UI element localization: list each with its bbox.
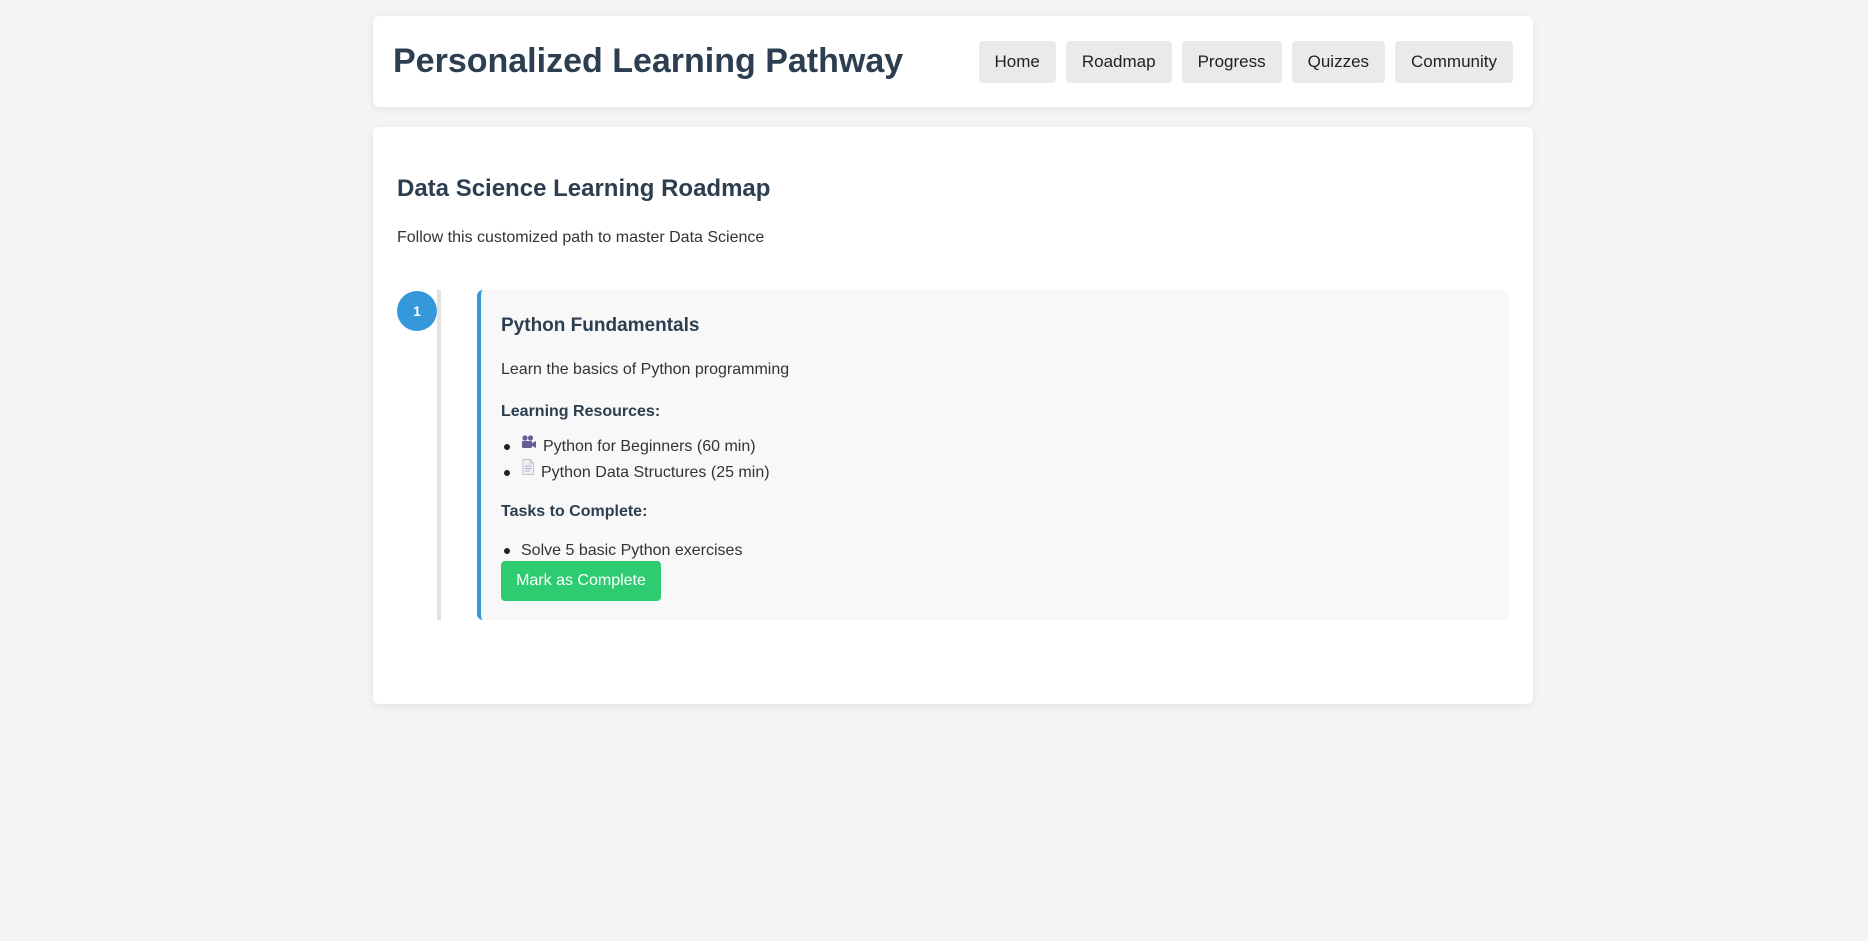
nav-progress-button[interactable]: Progress xyxy=(1181,41,1282,83)
bullet-icon xyxy=(504,444,510,450)
step-card: Python Fundamentals Learn the basics of … xyxy=(477,290,1509,620)
nav-community-button[interactable]: Community xyxy=(1395,41,1513,83)
resource-label: Python Data Structures (25 min) xyxy=(541,464,770,481)
bullet-icon xyxy=(504,470,510,476)
resource-list: Python for Beginners (60 min) Python Dat… xyxy=(501,434,770,486)
page-subtitle: Follow this customized path to master Da… xyxy=(397,229,765,246)
document-icon xyxy=(521,458,535,484)
page-title: Data Science Learning Roadmap xyxy=(397,175,771,202)
mark-complete-button[interactable]: Mark as Complete xyxy=(501,561,661,601)
main-nav: Home Roadmap Progress Quizzes Community xyxy=(978,41,1513,83)
step-title: Python Fundamentals xyxy=(501,315,700,336)
video-camera-icon xyxy=(521,432,537,458)
nav-home-button[interactable]: Home xyxy=(978,41,1056,83)
resource-item[interactable]: Python for Beginners (60 min) xyxy=(501,434,770,460)
step-number-badge: 1 xyxy=(397,291,437,331)
app-header: Personalized Learning Pathway Home Roadm… xyxy=(373,16,1533,107)
nav-roadmap-button[interactable]: Roadmap xyxy=(1065,41,1172,83)
nav-quizzes-button[interactable]: Quizzes xyxy=(1291,41,1386,83)
app-title: Personalized Learning Pathway xyxy=(393,42,904,80)
resource-label: Python for Beginners (60 min) xyxy=(543,438,756,455)
timeline-line xyxy=(437,290,441,620)
tasks-heading: Tasks to Complete: xyxy=(501,503,648,520)
step-description: Learn the basics of Python programming xyxy=(501,361,790,378)
resource-item[interactable]: Python Data Structures (25 min) xyxy=(501,458,770,486)
roadmap-panel: Data Science Learning Roadmap Follow thi… xyxy=(373,127,1533,704)
bullet-icon xyxy=(504,548,510,554)
task-label: Solve 5 basic Python exercises xyxy=(521,542,743,559)
resources-heading: Learning Resources: xyxy=(501,403,661,420)
